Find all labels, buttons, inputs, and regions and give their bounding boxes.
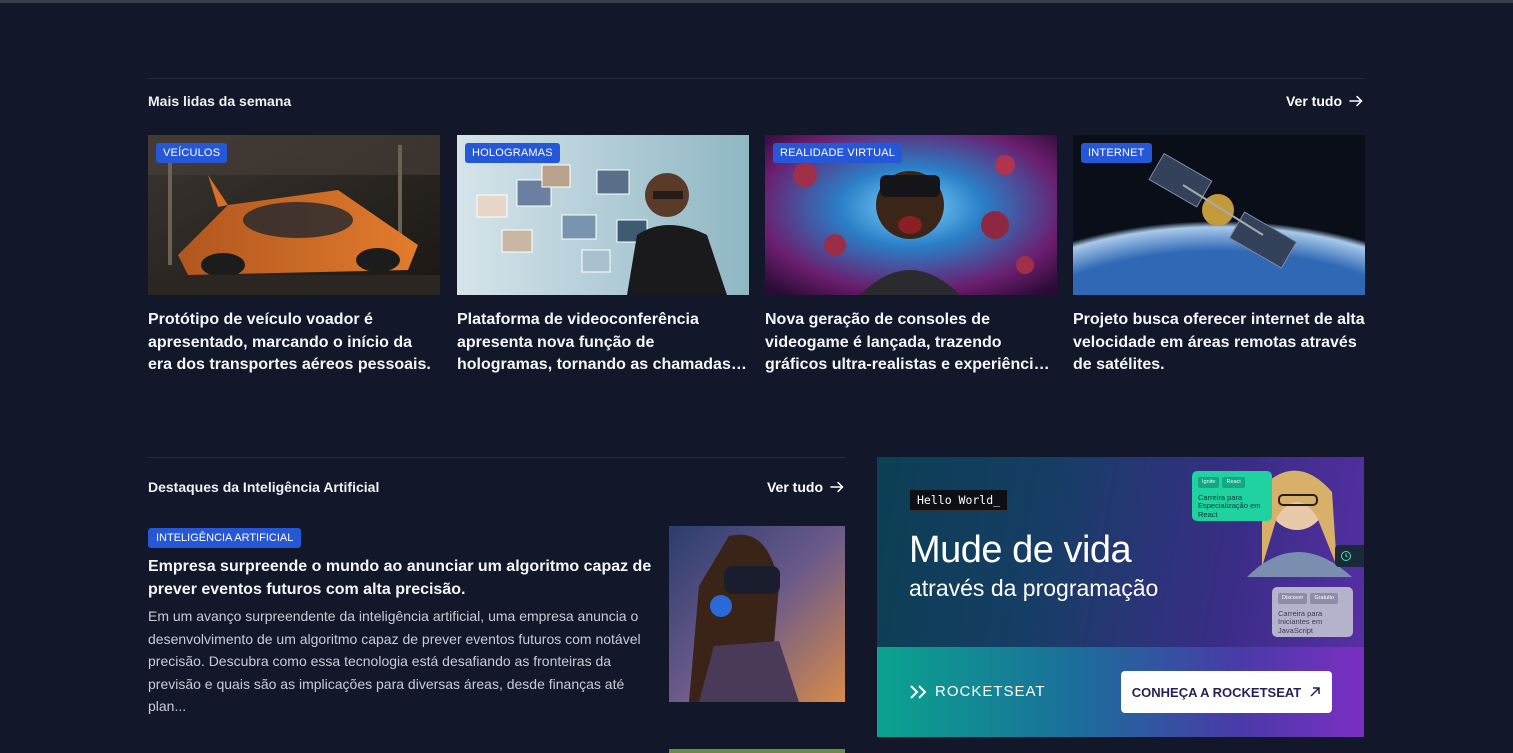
hello-world-badge: Hello World_ xyxy=(909,489,1009,511)
category-tag[interactable]: INTERNET xyxy=(1081,143,1152,163)
course-chip: Gratuito xyxy=(1310,593,1338,604)
arrow-right-icon xyxy=(1349,95,1363,106)
ai-see-all-link[interactable]: Ver tudo xyxy=(767,479,845,495)
ad-clock-chip xyxy=(1335,545,1364,567)
news-card-title[interactable]: Plataforma de videoconferência apresenta… xyxy=(457,309,749,377)
arrow-right-icon xyxy=(830,481,844,492)
ai-feature-description: Em um avanço surpreendente da inteligênc… xyxy=(148,608,641,715)
see-all-label: Ver tudo xyxy=(1285,92,1342,109)
news-card-title[interactable]: Protótipo de veículo voador é apresentad… xyxy=(148,309,440,377)
ai-second-image[interactable] xyxy=(669,749,845,753)
ai-section-title: Destaques da Inteligência Artificial xyxy=(148,478,380,495)
news-card-image[interactable]: REALIDADE VIRTUAL xyxy=(765,135,1057,295)
ai-feature-image[interactable] xyxy=(669,526,845,702)
course-chip: Discover xyxy=(1278,593,1308,604)
see-all-label: Ver tudo xyxy=(766,478,823,495)
news-card-holograms[interactable]: HOLOGRAMAS Plataforma de videoconferênci… xyxy=(457,135,749,377)
rocketseat-logo-icon xyxy=(910,684,927,699)
ad-course-card-react: Ignite React Carreira para Especialização… xyxy=(1192,471,1272,521)
news-card-image[interactable]: HOLOGRAMAS xyxy=(457,135,749,295)
news-card-title[interactable]: Nova geração de consoles de videogame é … xyxy=(765,309,1057,377)
ad-cta-label: CONHEÇA A ROCKETSEAT xyxy=(1131,684,1302,700)
course-chip: Ignite xyxy=(1198,477,1220,488)
weekly-section-header: Mais lidas da semana Ver tudo xyxy=(148,78,1364,122)
news-card-image[interactable]: VEÍCULOS xyxy=(148,135,440,295)
ai-feature-title[interactable]: Empresa surpreende o mundo ao anunciar u… xyxy=(148,556,653,601)
weekly-see-all-link[interactable]: Ver tudo xyxy=(1286,93,1364,109)
clock-icon xyxy=(1341,551,1351,561)
arrow-up-right-icon xyxy=(1310,687,1320,697)
news-card-title[interactable]: Projeto busca oferecer internet de alta … xyxy=(1073,309,1365,377)
course-card-text: Carreira para Especialização em React xyxy=(1198,492,1261,519)
news-card-internet[interactable]: INTERNET Projeto busca oferecer internet… xyxy=(1073,135,1365,377)
category-tag[interactable]: REALIDADE VIRTUAL xyxy=(773,143,903,163)
news-card-image[interactable]: INTERNET xyxy=(1073,135,1365,295)
category-tag[interactable]: HOLOGRAMAS xyxy=(465,143,560,163)
category-tag[interactable]: VEÍCULOS xyxy=(156,143,228,163)
browser-top-border xyxy=(0,0,1513,3)
news-card-vr[interactable]: REALIDADE VIRTUAL Nova geração de consol… xyxy=(765,135,1057,377)
ad-headline: Mude de vida xyxy=(909,529,1132,571)
rocketseat-ad-banner[interactable]: Hello World_ Mude de vida através da pro… xyxy=(877,457,1364,737)
ad-course-card-javascript: Discover Gratuito Carreira para Iniciante… xyxy=(1272,587,1353,637)
ad-cta-button[interactable]: CONHEÇA A ROCKETSEAT xyxy=(1121,671,1332,713)
category-tag[interactable]: INTELIGÊNCIA ARTIFICIAL xyxy=(148,528,302,548)
weekly-section-title: Mais lidas da semana xyxy=(148,92,292,109)
rocketseat-logo: ROCKETSEAT xyxy=(909,683,1046,700)
news-card-vehicles[interactable]: VEÍCULOS Protótipo de veículo voador é a… xyxy=(148,135,440,377)
ai-section-header: Destaques da Inteligência Artificial Ver… xyxy=(148,457,845,515)
course-chip: React xyxy=(1222,477,1245,488)
rocketseat-wordmark: ROCKETSEAT xyxy=(935,683,1046,700)
course-card-text: Carreira para Iniciantes em JavaScript xyxy=(1278,608,1323,635)
ad-subheadline: através da programação xyxy=(909,575,1159,601)
